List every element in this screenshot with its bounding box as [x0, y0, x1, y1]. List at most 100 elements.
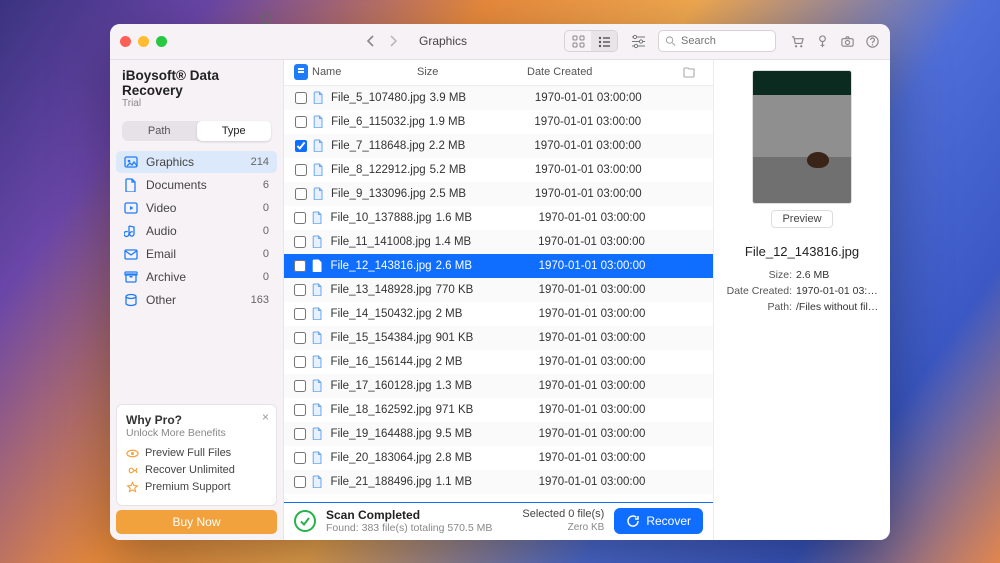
filter-button[interactable] — [628, 34, 648, 49]
key-icon[interactable] — [815, 34, 830, 49]
table-row[interactable]: File_17_160128.jpg 1.3 MB 1970-01-01 03:… — [284, 374, 713, 398]
table-row[interactable]: File_12_143816.jpg 2.6 MB 1970-01-01 03:… — [284, 254, 713, 278]
table-row[interactable]: File_6_115032.jpg 1.9 MB 1970-01-01 03:0… — [284, 110, 713, 134]
video-icon — [124, 201, 138, 215]
sidebar-item-email[interactable]: Email 0 — [116, 243, 277, 265]
file-date: 1970-01-01 03:00:00 — [535, 380, 675, 392]
row-checkbox[interactable] — [294, 380, 306, 392]
table-row[interactable]: File_21_188496.jpg 1.1 MB 1970-01-01 03:… — [284, 470, 713, 494]
preview-button[interactable]: Preview — [771, 210, 832, 228]
nav-back-button[interactable] — [365, 35, 377, 47]
table-row[interactable]: File_5_107480.jpg 3.9 MB 1970-01-01 03:0… — [284, 86, 713, 110]
file-icon — [311, 427, 325, 441]
row-checkbox[interactable] — [294, 236, 306, 248]
sidebar-item-label: Video — [146, 201, 176, 215]
search-input[interactable] — [681, 35, 769, 47]
recover-button[interactable]: Recover — [614, 508, 703, 534]
file-icon — [311, 451, 325, 465]
window-zoom-button[interactable] — [156, 36, 167, 47]
row-checkbox[interactable] — [294, 332, 306, 344]
promo-title: Why Pro? — [126, 413, 267, 427]
sidebar-item-audio[interactable]: Audio 0 — [116, 220, 277, 242]
file-date: 1970-01-01 03:00:00 — [535, 452, 675, 464]
table-row[interactable]: File_15_154384.jpg 901 KB 1970-01-01 03:… — [284, 326, 713, 350]
search-box[interactable] — [658, 30, 776, 52]
sidebar-item-documents[interactable]: Documents 6 — [116, 174, 277, 196]
row-checkbox[interactable] — [295, 92, 307, 104]
file-name: File_15_154384.jpg — [331, 332, 432, 344]
search-icon — [665, 35, 676, 47]
file-icon — [311, 163, 325, 177]
file-size: 2.8 MB — [432, 452, 535, 464]
row-checkbox[interactable] — [294, 476, 306, 488]
select-all-checkbox[interactable] — [294, 64, 308, 80]
infinity-icon — [126, 464, 139, 477]
row-checkbox[interactable] — [294, 284, 306, 296]
file-name: File_11_141008.jpg — [331, 236, 431, 248]
row-checkbox[interactable] — [294, 428, 306, 440]
promo-close-button[interactable]: × — [262, 410, 269, 424]
table-row[interactable]: File_9_133096.jpg 2.5 MB 1970-01-01 03:0… — [284, 182, 713, 206]
table-row[interactable]: File_8_122912.jpg 5.2 MB 1970-01-01 03:0… — [284, 158, 713, 182]
column-date[interactable]: Date Created — [523, 66, 673, 78]
table-row[interactable]: File_19_164488.jpg 9.5 MB 1970-01-01 03:… — [284, 422, 713, 446]
sidebar-item-count: 0 — [263, 271, 269, 283]
window-close-button[interactable] — [120, 36, 131, 47]
row-checkbox[interactable] — [294, 308, 306, 320]
sidebar-item-label: Audio — [146, 224, 177, 238]
sidebar-item-graphics[interactable]: Graphics 214 — [116, 151, 277, 173]
buy-now-button[interactable]: Buy Now — [116, 510, 277, 534]
promo-card: × Why Pro? Unlock More Benefits Preview … — [116, 404, 277, 506]
file-list[interactable]: File_5_107480.jpg 3.9 MB 1970-01-01 03:0… — [284, 86, 713, 502]
segment-path[interactable]: Path — [122, 121, 197, 141]
table-row[interactable]: File_18_162592.jpg 971 KB 1970-01-01 03:… — [284, 398, 713, 422]
column-size[interactable]: Size — [413, 66, 523, 78]
sidebar-item-count: 0 — [263, 225, 269, 237]
row-checkbox[interactable] — [294, 260, 306, 272]
row-checkbox[interactable] — [295, 140, 307, 152]
tree-toggle-button[interactable] — [673, 65, 703, 80]
row-checkbox[interactable] — [294, 452, 306, 464]
sidebar-item-video[interactable]: Video 0 — [116, 197, 277, 219]
file-date: 1970-01-01 03:00:00 — [535, 332, 675, 344]
file-date: 1970-01-01 03:00:00 — [531, 188, 674, 200]
promo-item: Premium Support — [126, 479, 267, 496]
file-date: 1970-01-01 03:00:00 — [535, 260, 675, 272]
grid-view-button[interactable] — [565, 31, 591, 51]
camera-icon[interactable] — [840, 34, 855, 49]
app-window: Graphics — [110, 24, 890, 540]
file-icon — [311, 403, 325, 417]
cart-icon[interactable] — [790, 34, 805, 49]
table-row[interactable]: File_11_141008.jpg 1.4 MB 1970-01-01 03:… — [284, 230, 713, 254]
row-checkbox[interactable] — [294, 212, 306, 224]
table-row[interactable]: File_10_137888.jpg 1.6 MB 1970-01-01 03:… — [284, 206, 713, 230]
star-icon — [126, 481, 139, 494]
sidebar-item-other[interactable]: Other 163 — [116, 289, 277, 311]
help-icon[interactable] — [865, 34, 880, 49]
file-date: 1970-01-01 03:00:00 — [535, 356, 675, 368]
row-checkbox[interactable] — [295, 188, 307, 200]
row-checkbox[interactable] — [295, 164, 307, 176]
table-row[interactable]: File_16_156144.jpg 2 MB 1970-01-01 03:00… — [284, 350, 713, 374]
sidebar-item-archive[interactable]: Archive 0 — [116, 266, 277, 288]
status-selected-size: Zero KB — [522, 522, 604, 534]
window-minimize-button[interactable] — [138, 36, 149, 47]
home-button[interactable] — [258, 24, 274, 27]
promo-item: Preview Full Files — [126, 445, 267, 462]
table-row[interactable]: File_13_148928.jpg 770 KB 1970-01-01 03:… — [284, 278, 713, 302]
file-name: File_21_188496.jpg — [331, 476, 432, 488]
nav-forward-button[interactable] — [387, 35, 399, 47]
table-row[interactable]: File_7_118648.jpg 2.2 MB 1970-01-01 03:0… — [284, 134, 713, 158]
list-view-button[interactable] — [591, 31, 617, 51]
file-size: 1.1 MB — [432, 476, 535, 488]
breadcrumb[interactable]: Graphics — [419, 34, 467, 48]
status-detail: Found: 383 file(s) totaling 570.5 MB — [326, 522, 492, 534]
column-name[interactable]: Name — [312, 66, 341, 78]
file-icon — [311, 91, 325, 105]
row-checkbox[interactable] — [294, 404, 306, 416]
table-row[interactable]: File_14_150432.jpg 2 MB 1970-01-01 03:00… — [284, 302, 713, 326]
segment-type[interactable]: Type — [197, 121, 272, 141]
row-checkbox[interactable] — [294, 356, 306, 368]
row-checkbox[interactable] — [295, 116, 307, 128]
table-row[interactable]: File_20_183064.jpg 2.8 MB 1970-01-01 03:… — [284, 446, 713, 470]
